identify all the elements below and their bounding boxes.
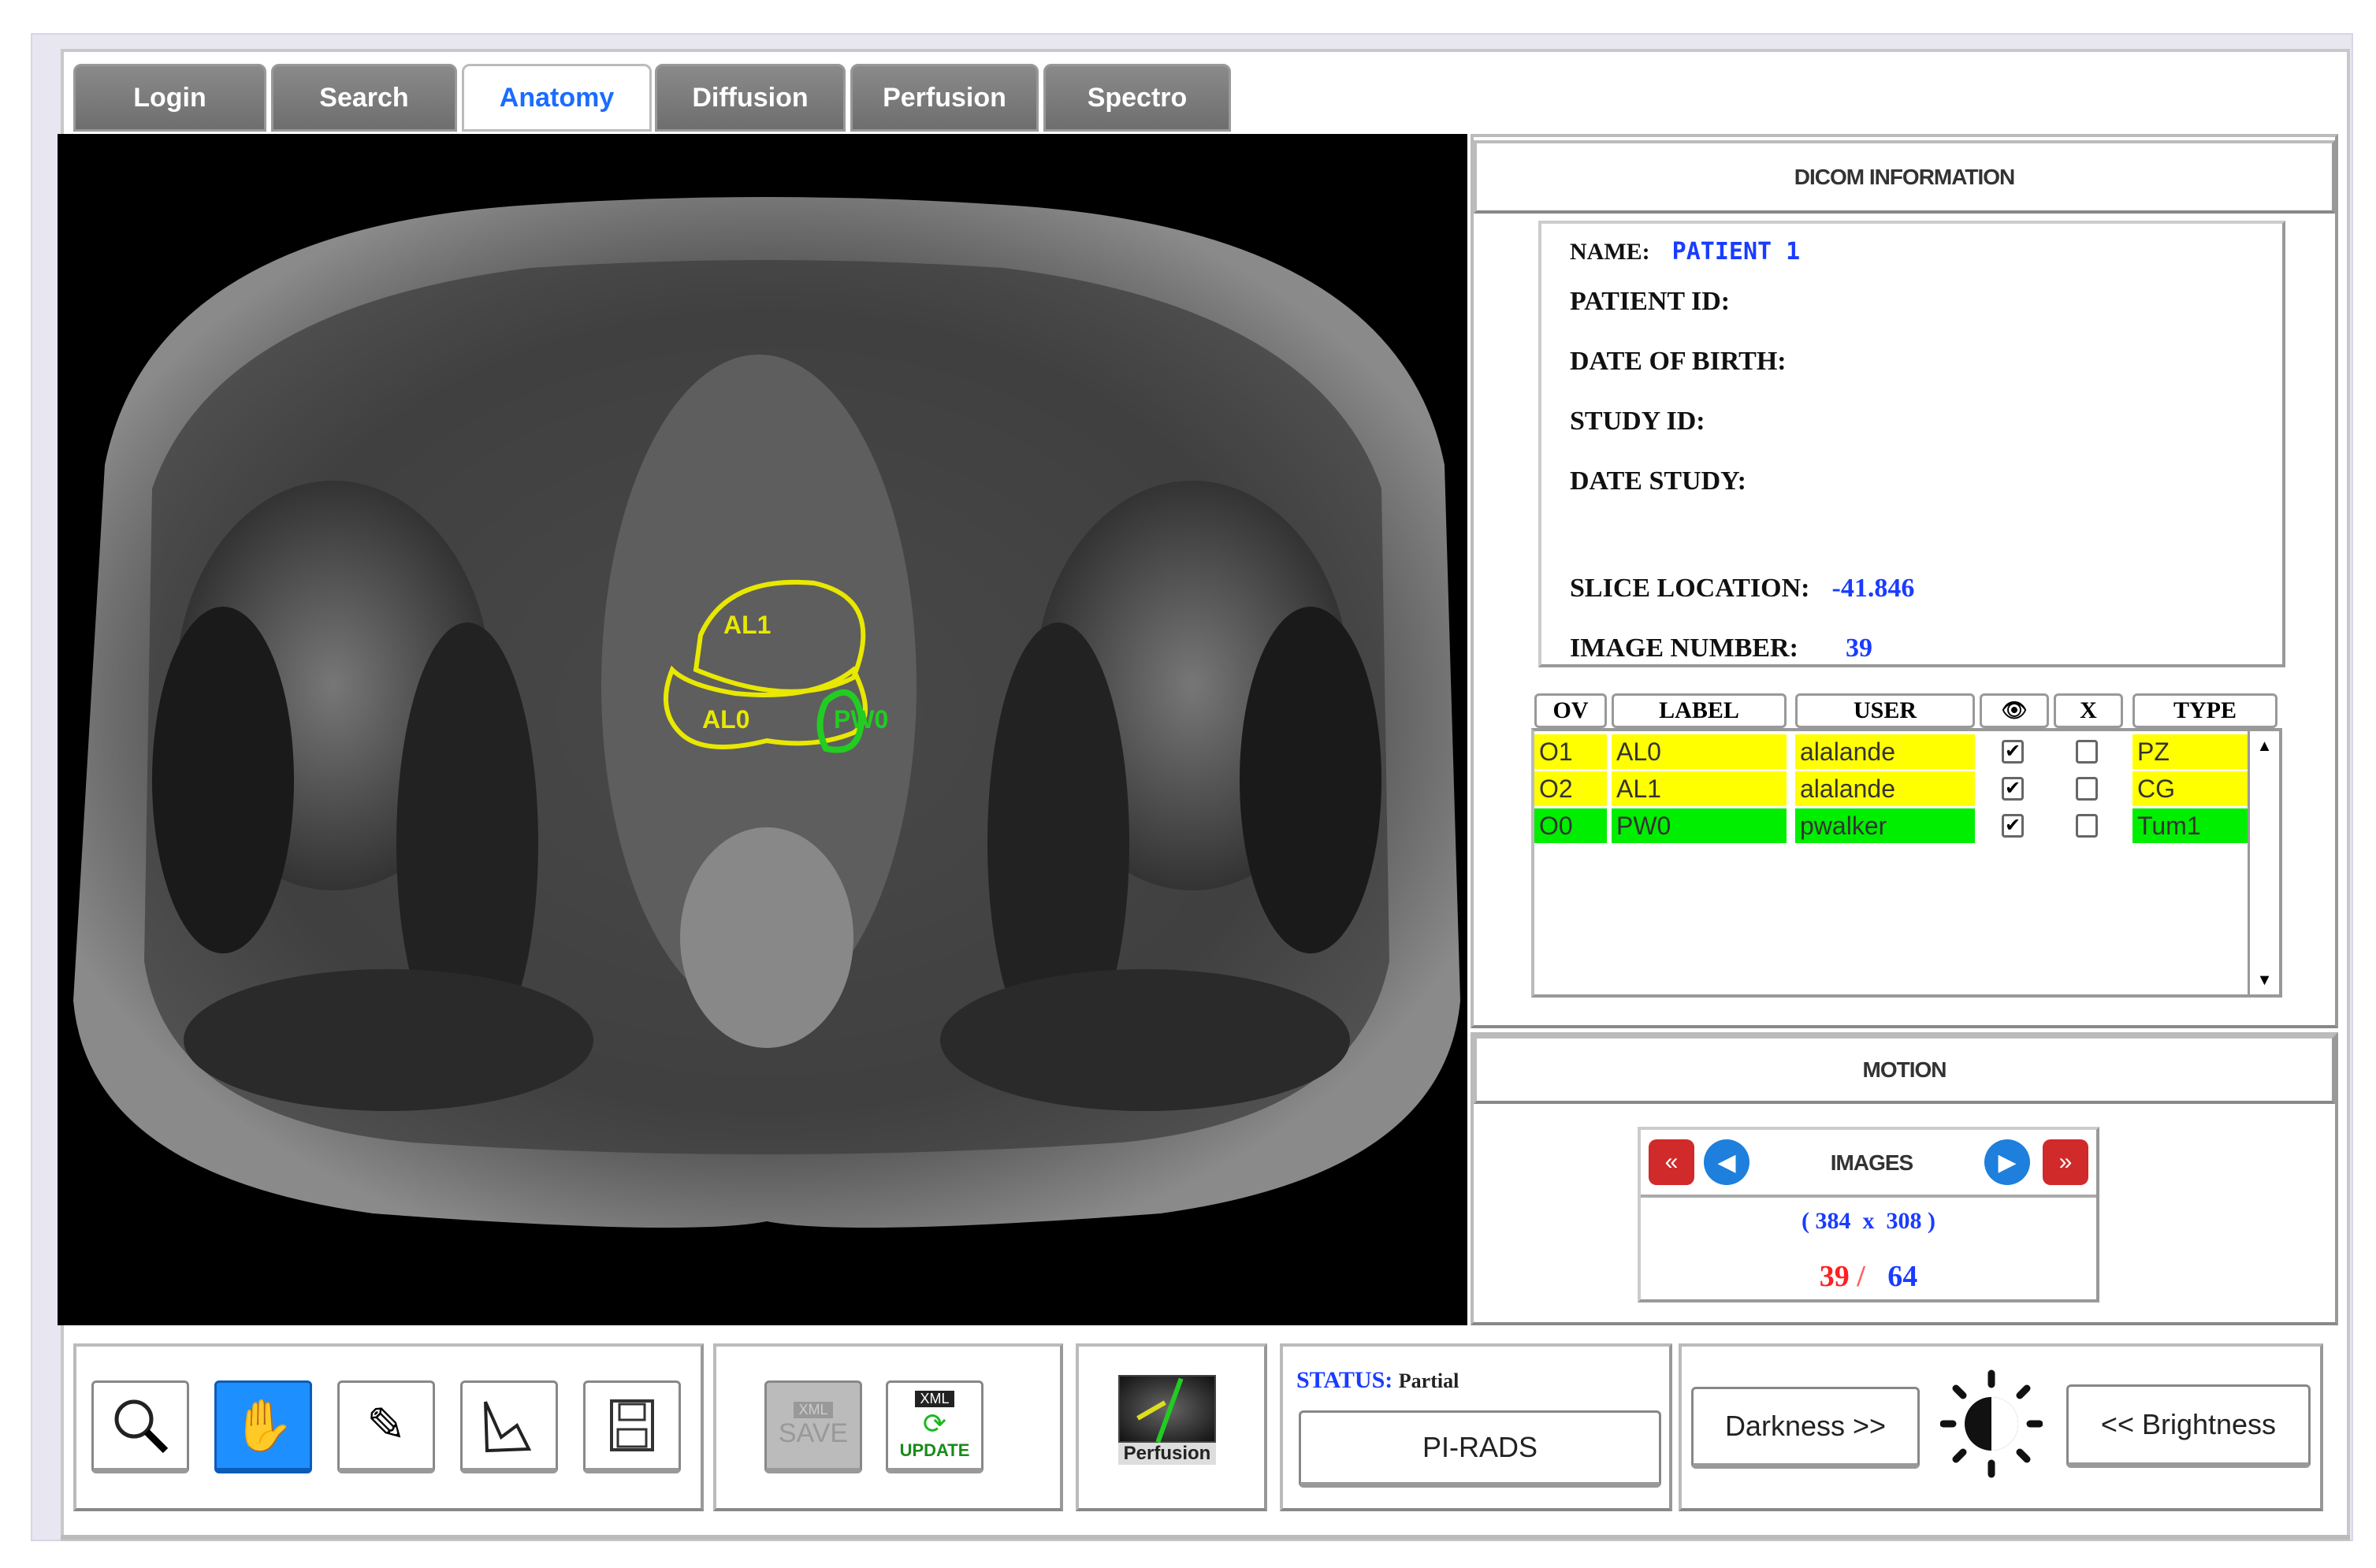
divider	[1641, 1195, 2096, 1198]
pan-tool-button[interactable]: ✋	[214, 1380, 312, 1473]
perfusion-thumbnail-button[interactable]: Perfusion	[1117, 1375, 1217, 1477]
pencil-icon: ✎	[366, 1399, 407, 1451]
fast-forward-icon: »	[2058, 1149, 2073, 1175]
cell-user[interactable]: alalande	[1795, 734, 1975, 769]
hand-icon: ✋	[232, 1396, 295, 1454]
arrow-right-icon: ▶	[1998, 1149, 2017, 1176]
dicom-header: DICOM INFORMATION	[1474, 140, 2335, 214]
image-number-row: IMAGE NUMBER: 39	[1570, 634, 1872, 663]
cell-ov[interactable]: O2	[1534, 771, 1607, 806]
rewind-icon: «	[1664, 1149, 1679, 1175]
save-label: SAVE	[778, 1418, 849, 1448]
roi-label-pw0: PW0	[834, 705, 889, 734]
column-header-type[interactable]: TYPE	[2132, 693, 2277, 728]
update-label: UPDATE	[899, 1440, 970, 1460]
image-dimensions: ( 384 x 308 )	[1802, 1208, 1935, 1234]
floppy-disk-icon	[610, 1399, 654, 1451]
column-header-ov[interactable]: OV	[1534, 693, 1607, 728]
current-image: 39	[1819, 1260, 1850, 1293]
tab-perfusion[interactable]: Perfusion	[850, 64, 1039, 132]
first-image-button[interactable]: «	[1649, 1139, 1694, 1185]
status-label: STATUS:	[1296, 1367, 1393, 1393]
save-roi-button[interactable]	[583, 1380, 681, 1473]
next-image-button[interactable]: ▶	[1984, 1139, 2030, 1185]
cell-user[interactable]: pwalker	[1795, 808, 1975, 843]
visible-checkbox[interactable]: ✔	[2002, 740, 2024, 764]
motion-header: MOTION	[1474, 1035, 2335, 1104]
cell-type[interactable]: CG	[2132, 771, 2248, 806]
image-counter: 39 / 64	[1641, 1259, 2096, 1294]
study-id-label: STUDY ID:	[1570, 407, 1705, 436]
brightness-button[interactable]: << Brightness	[2066, 1384, 2311, 1468]
cell-type[interactable]: PZ	[2132, 734, 2248, 769]
total-images: 64	[1887, 1260, 1918, 1293]
tab-anatomy[interactable]: Anatomy	[462, 64, 652, 132]
xml-save-button[interactable]: XML SAVE	[764, 1380, 862, 1473]
visible-checkbox[interactable]: ✔	[2002, 777, 2024, 801]
cell-user[interactable]: alalande	[1795, 771, 1975, 806]
polygon-icon	[484, 1401, 532, 1453]
delete-checkbox[interactable]	[2076, 740, 2098, 764]
cell-label[interactable]: AL1	[1612, 771, 1787, 806]
column-header-visible[interactable]: 👁	[1980, 693, 2049, 728]
roi-label-al1: AL1	[723, 611, 772, 639]
tab-search[interactable]: Search	[271, 64, 457, 132]
brightness-contrast-icon	[1940, 1365, 2043, 1483]
image-number-value: 39	[1845, 634, 1872, 663]
slice-location-row: SLICE LOCATION: -41.846	[1570, 574, 1914, 604]
xml-label: XML	[915, 1390, 954, 1407]
refresh-icon: ⟳	[922, 1406, 947, 1440]
delete-checkbox[interactable]	[2076, 814, 2098, 838]
cell-label[interactable]: PW0	[1612, 808, 1787, 843]
arrow-left-icon: ◀	[1717, 1149, 1736, 1176]
draw-tool-button[interactable]: ✎	[337, 1380, 435, 1473]
cell-ov[interactable]: O0	[1534, 808, 1607, 843]
xml-update-button[interactable]: XML ⟳ UPDATE	[886, 1380, 983, 1473]
footer-divider	[61, 1535, 2350, 1540]
images-label: IMAGES	[1830, 1150, 1913, 1175]
counter-separator: /	[1857, 1260, 1865, 1293]
polygon-tool-button[interactable]	[460, 1380, 558, 1473]
column-header-user[interactable]: USER	[1795, 693, 1975, 728]
previous-image-button[interactable]: ◀	[1704, 1139, 1749, 1185]
slice-location-value: -41.846	[1831, 574, 1915, 603]
name-label: NAME:	[1570, 239, 1650, 265]
cell-ov[interactable]: O1	[1534, 734, 1607, 769]
tab-spectro[interactable]: Spectro	[1043, 64, 1231, 132]
last-image-button[interactable]: »	[2043, 1139, 2088, 1185]
column-header-label[interactable]: LABEL	[1612, 693, 1787, 728]
cell-type[interactable]: Tum1	[2132, 808, 2248, 843]
zoom-tool-button[interactable]	[91, 1380, 189, 1473]
perfusion-label: Perfusion	[1118, 1443, 1216, 1465]
visible-checkbox[interactable]: ✔	[2002, 814, 2024, 838]
darkness-button[interactable]: Darkness >>	[1691, 1387, 1920, 1469]
cell-label[interactable]: AL0	[1612, 734, 1787, 769]
roi-label-al0: AL0	[702, 705, 750, 734]
mri-image-viewer[interactable]: AL1 AL0 PW0	[58, 134, 1467, 1325]
xml-label: XML	[794, 1402, 833, 1418]
tab-diffusion[interactable]: Diffusion	[655, 64, 846, 132]
delete-checkbox[interactable]	[2076, 777, 2098, 801]
scroll-up-arrow-icon[interactable]: ▲	[2250, 738, 2279, 756]
tab-login[interactable]: Login	[73, 64, 266, 132]
patient-id-label: PATIENT ID:	[1570, 287, 1731, 316]
column-header-delete[interactable]: X	[2054, 693, 2123, 728]
magnifier-icon	[114, 1399, 169, 1454]
date-study-label: DATE STUDY:	[1570, 466, 1746, 496]
pi-rads-button[interactable]: PI-RADS	[1299, 1410, 1661, 1488]
perfusion-thumbnail-icon	[1118, 1375, 1216, 1444]
dicom-info-box: NAME: PATIENT 1 PATIENT ID: DATE OF BIRTH…	[1538, 221, 2285, 667]
status-value: Partial	[1398, 1369, 1459, 1392]
image-number-label: IMAGE NUMBER:	[1570, 634, 1798, 663]
name-value: PATIENT 1	[1671, 238, 1801, 266]
name-row: NAME: PATIENT 1	[1570, 238, 1800, 266]
eye-icon: 👁	[2001, 699, 2028, 722]
mri-slice-image	[73, 197, 1460, 1228]
status-text: STATUS: Partial	[1296, 1367, 1459, 1394]
dob-label: DATE OF BIRTH:	[1570, 347, 1787, 376]
table-scrollbar[interactable]: ▲ ▼	[2248, 731, 2279, 994]
scroll-down-arrow-icon[interactable]: ▼	[2250, 972, 2279, 990]
slice-location-label: SLICE LOCATION:	[1570, 574, 1810, 603]
